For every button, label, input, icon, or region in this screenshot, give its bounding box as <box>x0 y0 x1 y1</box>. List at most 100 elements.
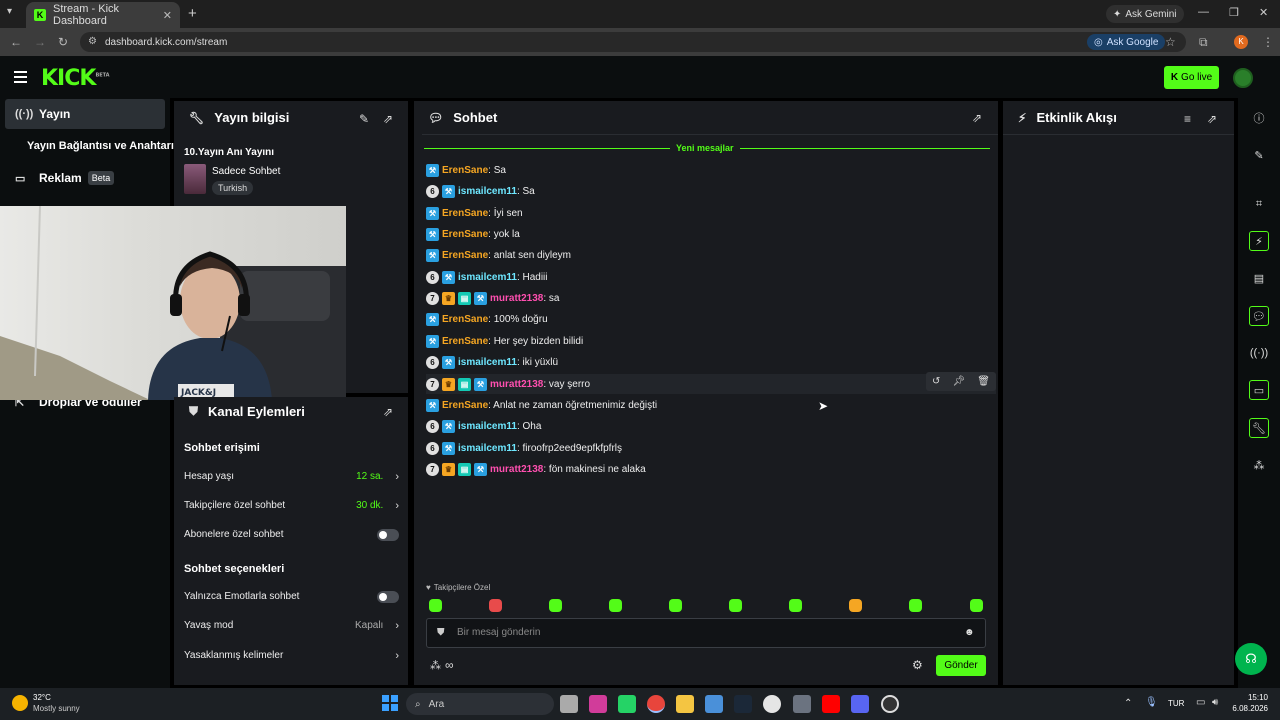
emote-icon[interactable] <box>429 599 442 612</box>
popout-icon[interactable]: ⇗ <box>1207 112 1217 126</box>
chat-username[interactable]: ErenSane <box>442 400 488 411</box>
emote-icon[interactable] <box>970 599 983 612</box>
extensions-icon[interactable]: ⧉ <box>1199 35 1208 50</box>
chat-username[interactable]: ismailcem11 <box>458 421 517 432</box>
emote-icon[interactable] <box>489 599 502 612</box>
sidebar-item-yayin[interactable]: ((·)) Yayın <box>5 99 165 129</box>
new-tab-icon[interactable]: + <box>188 5 197 22</box>
clock-time[interactable]: 15:10 <box>1234 693 1268 702</box>
chatgpt-icon[interactable] <box>763 695 781 713</box>
info-icon[interactable]: ⓘ <box>1249 108 1269 128</box>
chat-bubble-icon[interactable]: 💬︎ <box>1249 306 1269 326</box>
url-field[interactable]: dashboard.kick.com/stream <box>80 32 1186 52</box>
kick-logo[interactable]: KICKBETA <box>41 66 110 91</box>
site-info-icon[interactable]: ⚙ <box>88 36 97 47</box>
chrome-icon[interactable] <box>647 695 665 713</box>
chat-username[interactable]: ismailcem11 <box>458 186 517 197</box>
banned-words-row[interactable]: Yasaklanmış kelimeler › <box>184 641 399 670</box>
profile-avatar[interactable]: K <box>1234 35 1248 49</box>
sidebar-item-reklam[interactable]: ▭ Reklam Beta <box>5 163 165 193</box>
tab-search-icon[interactable]: ▾ <box>7 6 12 17</box>
tray-chevron-icon[interactable]: ⌃ <box>1124 698 1132 709</box>
chat-message[interactable]: ⚒ ErenSane: Anlat ne zaman öğretmenimiz d… <box>426 395 996 415</box>
chat-message[interactable]: ⚒ ErenSane: yok la <box>426 224 996 244</box>
stream-info-icon[interactable]: ▭ <box>1249 380 1269 400</box>
chat-message[interactable]: 6 ⚒ ismailcem11: Hadiii <box>426 267 996 287</box>
youtube-icon[interactable] <box>822 695 840 713</box>
account-age-row[interactable]: Hesap yaşı 12 sa. › <box>184 462 399 491</box>
input-language[interactable]: TUR <box>1168 699 1184 708</box>
maximize-icon[interactable]: ❐ <box>1229 6 1239 19</box>
ask-google-button[interactable]: ◎ Ask Google <box>1087 34 1166 50</box>
send-button[interactable]: Gönder <box>936 655 986 676</box>
notes-icon[interactable]: ▤ <box>1249 268 1269 288</box>
sidebar-item-stream-key[interactable]: Yayın Bağlantısı ve Anahtarı <box>17 131 177 161</box>
steam-icon[interactable] <box>734 695 752 713</box>
filter-icon[interactable]: ≡ <box>1184 112 1191 126</box>
store-icon[interactable] <box>705 695 723 713</box>
windows-start-icon[interactable] <box>382 695 398 711</box>
obs-icon[interactable] <box>881 695 899 713</box>
browser-tab[interactable]: K Stream - Kick Dashboard ✕ <box>26 2 180 28</box>
chat-message[interactable]: ⚒ ErenSane: 100% doğru <box>426 309 996 329</box>
clock-date[interactable]: 6.08.2026 <box>1226 704 1268 713</box>
chat-username[interactable]: ismailcem11 <box>458 443 517 454</box>
chat-username[interactable]: ErenSane <box>442 250 488 261</box>
hamburger-menu-icon[interactable] <box>14 71 27 86</box>
chat-username[interactable]: ismailcem11 <box>458 357 517 368</box>
volume-icon[interactable]: 🔊︎ <box>1212 697 1218 708</box>
forward-icon[interactable]: → <box>34 35 46 49</box>
chat-message[interactable]: 7 ♛ ▤ ⚒ muratt2138: fön makinesi ne alaka <box>426 459 996 479</box>
wrench-icon[interactable]: 🔧︎ <box>1249 418 1269 438</box>
reload-icon[interactable]: ↻ <box>58 35 68 49</box>
chat-settings-gear-icon[interactable]: ⚙ <box>912 658 923 672</box>
timeout-icon[interactable]: ↺ <box>932 376 940 387</box>
network-icon[interactable]: ▭ <box>1196 697 1205 708</box>
chat-username[interactable]: ErenSane <box>442 208 488 219</box>
instagram-icon[interactable] <box>589 695 607 713</box>
emote-icon[interactable] <box>729 599 742 612</box>
user-avatar[interactable] <box>1233 68 1253 88</box>
subscribers-only-toggle[interactable] <box>377 528 399 541</box>
edit-icon[interactable]: ✎ <box>1249 145 1269 165</box>
chat-username[interactable]: muratt2138 <box>490 464 543 475</box>
points-icon[interactable]: ⁂ <box>1249 455 1269 475</box>
lightning-icon[interactable]: ⚡︎ <box>1249 231 1269 251</box>
chat-message[interactable]: 6 ⚒ ismailcem11: firoofrp2eed9epfkfpfrlş <box>426 438 996 458</box>
slow-mode-row[interactable]: Yavaş mod Kapalı › <box>184 611 399 640</box>
emote-icon[interactable] <box>849 599 862 612</box>
emote-only-toggle[interactable] <box>377 590 399 603</box>
chat-username[interactable]: ErenSane <box>442 229 488 240</box>
microphone-icon[interactable]: 🎙︎ <box>1145 697 1158 708</box>
pin-icon[interactable]: 📌︎ <box>952 376 965 387</box>
capture-icon[interactable]: ⌗ <box>1249 194 1269 214</box>
chat-username[interactable]: ismailcem11 <box>458 272 517 283</box>
close-window-icon[interactable]: ✕ <box>1259 6 1268 19</box>
followers-only-row[interactable]: Takipçilere özel sohbet 30 dk. › <box>184 491 399 520</box>
chat-message[interactable]: 7 ♛ ▤ ⚒ muratt2138: vay şerro <box>426 374 996 394</box>
chat-username[interactable]: ErenSane <box>442 165 488 176</box>
chat-username[interactable]: muratt2138 <box>490 293 543 304</box>
discord-icon[interactable] <box>851 695 869 713</box>
points-icon[interactable]: ⁂ <box>430 659 441 672</box>
support-headset-icon[interactable]: ☊ <box>1235 643 1267 675</box>
emote-icon[interactable] <box>549 599 562 612</box>
emote-icon[interactable] <box>609 599 622 612</box>
edit-pencil-icon[interactable]: ✎ <box>359 112 369 126</box>
browser-menu-icon[interactable]: ⋮ <box>1262 35 1274 49</box>
chat-username[interactable]: ErenSane <box>442 314 488 325</box>
minimize-icon[interactable]: — <box>1198 6 1209 18</box>
chat-message[interactable]: 6 ⚒ ismailcem11: iki yüxlü <box>426 352 996 372</box>
task-view-icon[interactable] <box>560 695 578 713</box>
broadcast-icon[interactable]: ((·)) <box>1249 343 1269 363</box>
popout-icon[interactable]: ⇗ <box>383 405 393 419</box>
chat-username[interactable]: ErenSane <box>442 336 488 347</box>
bookmark-star-icon[interactable]: ☆ <box>1165 35 1176 49</box>
taskbar-search[interactable]: ⌕ Ara <box>406 693 554 715</box>
chat-message[interactable]: 7 ♛ ▤ ⚒ muratt2138: sa <box>426 288 996 308</box>
emoji-icon[interactable]: ☻ <box>964 627 975 638</box>
emote-icon[interactable] <box>909 599 922 612</box>
chat-username[interactable]: muratt2138 <box>490 379 543 390</box>
emote-icon[interactable] <box>669 599 682 612</box>
ask-gemini-button[interactable]: ✦ Ask Gemini <box>1106 5 1184 23</box>
